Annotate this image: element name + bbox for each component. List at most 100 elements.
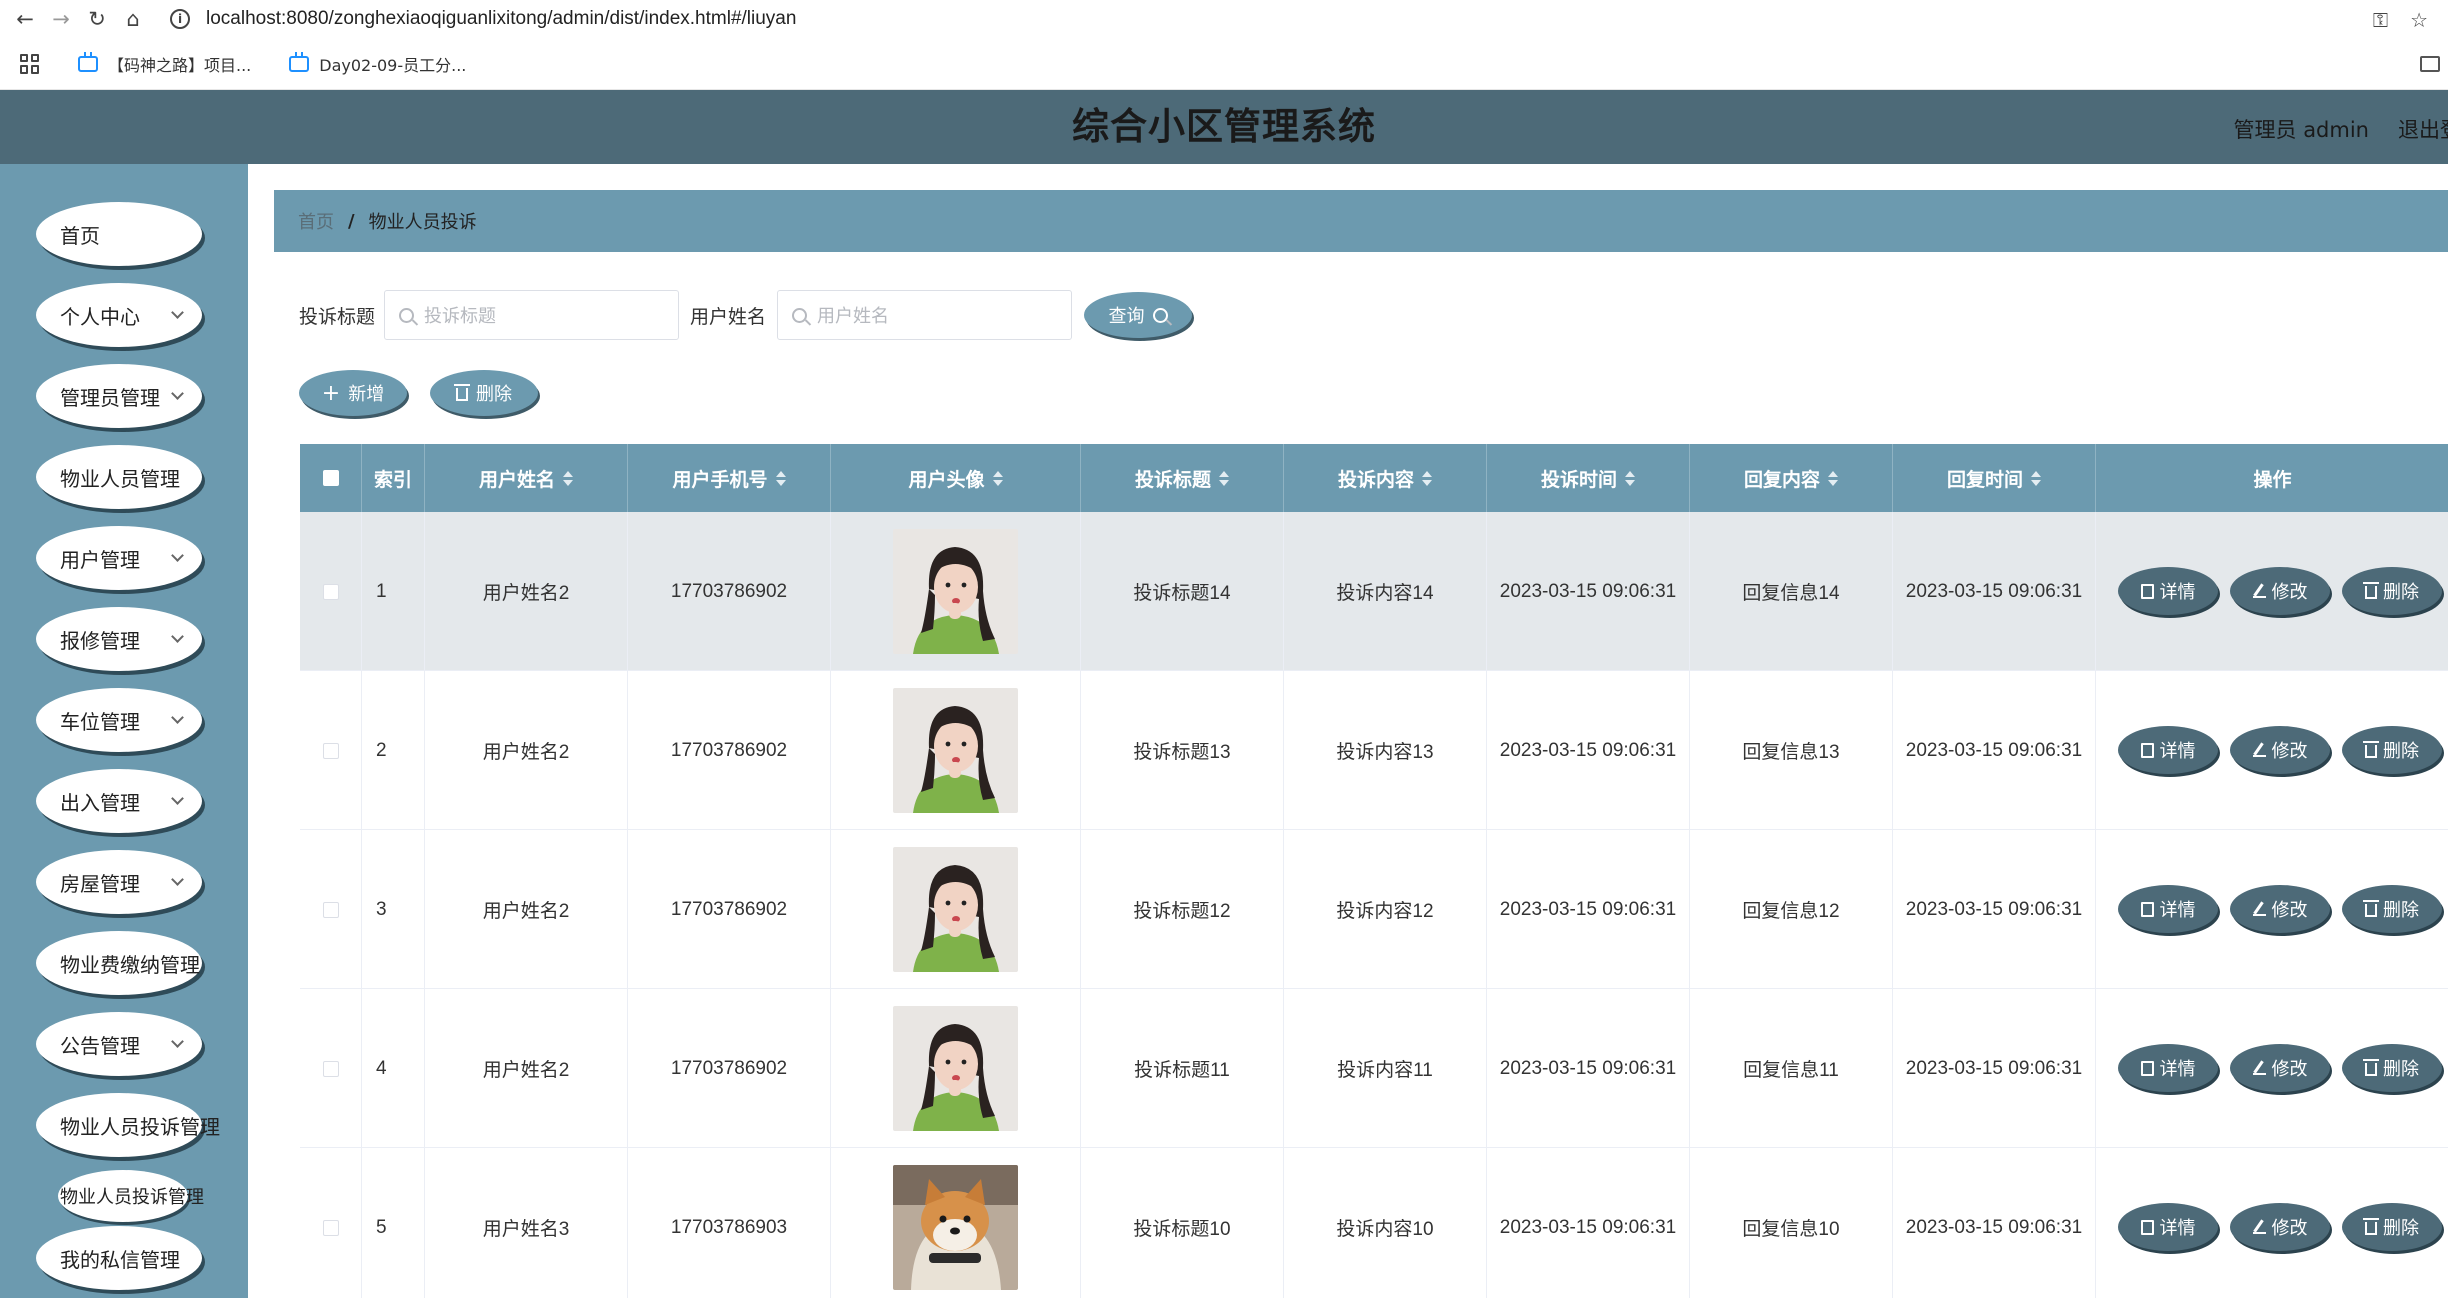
detail-button[interactable]: 详情 [2118, 885, 2218, 933]
sort-caret-icon[interactable] [1422, 470, 1432, 486]
sidebar-item-property-fee[interactable]: 物业费缴纳管理 [36, 931, 202, 995]
edit-button[interactable]: 修改 [2230, 1203, 2330, 1251]
table-row[interactable]: 2 用户姓名2 17703786902 投诉标题13 投诉内容13 2023-03-15 … [300, 671, 2448, 830]
cell-reply-time: 2023-03-15 09:06:31 [1893, 671, 2096, 830]
row-checkbox[interactable] [322, 1060, 339, 1077]
home-icon[interactable]: ⌂ [122, 7, 144, 31]
reload-icon[interactable]: ↻ [86, 7, 108, 31]
sidebar-subitem-staff-complaints[interactable]: 物业人员投诉管理 [58, 1170, 204, 1222]
row-select-cell [300, 1148, 362, 1298]
delete-button[interactable]: 删除 [2342, 885, 2442, 933]
breadcrumb-home[interactable]: 首页 [298, 208, 334, 234]
trash-icon [2363, 1059, 2379, 1076]
edit-button[interactable]: 修改 [2230, 567, 2330, 615]
select-all-checkbox[interactable] [322, 470, 339, 486]
cell-user-name: 用户姓名2 [425, 671, 628, 830]
name-search-input[interactable]: 用户姓名 [777, 290, 1072, 340]
sidebar-item-admin-management[interactable]: 管理员管理 [36, 364, 202, 428]
col-header-reply-time[interactable]: 回复时间 [1893, 444, 2096, 512]
detail-button-label: 详情 [2159, 741, 2196, 761]
cell-complaint-content: 投诉内容12 [1284, 830, 1487, 989]
detail-button[interactable]: 详情 [2118, 1044, 2218, 1092]
sort-caret-icon[interactable] [563, 470, 573, 486]
user-avatar-image [893, 847, 1018, 972]
title-search-input[interactable]: 投诉标题 [384, 290, 679, 340]
detail-button[interactable]: 详情 [2118, 1203, 2218, 1251]
col-header-phone[interactable]: 用户手机号 [628, 444, 831, 512]
sort-caret-icon[interactable] [1625, 470, 1635, 486]
bookmark-star-icon[interactable]: ☆ [2410, 8, 2428, 32]
url-text[interactable]: localhost:8080/zonghexiaoqiguanlixitong/… [206, 8, 796, 30]
cell-complaint-title: 投诉标题13 [1081, 671, 1284, 830]
bookmark-item[interactable]: 【码神之路】项目... [78, 51, 251, 76]
plus-icon: + [321, 380, 341, 406]
row-checkbox[interactable] [322, 742, 339, 759]
delete-button-label: 删除 [2383, 1059, 2419, 1079]
cell-complaint-title: 投诉标题12 [1081, 830, 1284, 989]
cell-user-name-text: 用户姓名2 [482, 901, 570, 922]
sort-caret-icon[interactable] [1828, 470, 1838, 486]
col-header-title[interactable]: 投诉标题 [1081, 444, 1284, 512]
delete-button[interactable]: 删除 [2342, 567, 2442, 615]
sidebar-item-users[interactable]: 用户管理 [36, 526, 202, 590]
row-checkbox[interactable] [322, 1219, 339, 1236]
cell-phone-text: 17703786902 [670, 898, 788, 920]
col-header-name[interactable]: 用户姓名 [425, 444, 628, 512]
folder-icon[interactable] [2420, 56, 2440, 72]
table-row[interactable]: 5 用户姓名3 17703786903 投诉标题10 投诉内容10 2023-03-15 … [300, 1148, 2448, 1298]
delete-button[interactable]: 删除 [2342, 1203, 2442, 1251]
sort-caret-icon[interactable] [2031, 470, 2041, 486]
edit-button[interactable]: 修改 [2230, 726, 2330, 774]
col-header-time[interactable]: 投诉时间 [1487, 444, 1690, 512]
sidebar-item-property-staff[interactable]: 物业人员管理 [36, 445, 202, 509]
table-row[interactable]: 3 用户姓名2 17703786902 投诉标题12 投诉内容12 2023-03-15 … [300, 830, 2448, 989]
edit-button[interactable]: 修改 [2230, 885, 2330, 933]
detail-button[interactable]: 详情 [2118, 726, 2218, 774]
logout-link[interactable]: 退出登录 [2398, 114, 2448, 144]
cell-actions: 详情 修改 删除 [2096, 989, 2448, 1148]
chevron-down-icon [171, 873, 184, 886]
search-icon [792, 307, 807, 323]
site-info-icon[interactable]: i [170, 9, 190, 29]
col-header-avatar[interactable]: 用户头像 [831, 444, 1081, 512]
batch-delete-button[interactable]: 删除 [430, 370, 538, 416]
sort-caret-icon[interactable] [1219, 470, 1229, 486]
bookmark-item[interactable]: Day02-09-员工分... [289, 51, 466, 76]
row-checkbox[interactable] [322, 583, 339, 600]
table-row[interactable]: 1 用户姓名2 17703786902 投诉标题14 投诉内容14 2023-03-15 … [300, 512, 2448, 671]
sidebar-item-access[interactable]: 出入管理 [36, 769, 202, 833]
cell-user-name-text: 用户姓名2 [482, 1060, 570, 1081]
detail-button[interactable]: 详情 [2118, 567, 2218, 615]
query-button[interactable]: 查询 [1084, 292, 1192, 338]
sidebar-item-housing[interactable]: 房屋管理 [36, 850, 202, 914]
cell-user-name-text: 用户姓名2 [482, 583, 570, 604]
sidebar-item-announcements[interactable]: 公告管理 [36, 1012, 202, 1076]
select-all-cell[interactable] [300, 444, 362, 512]
sort-caret-icon[interactable] [992, 470, 1003, 486]
add-button[interactable]: + 新增 [299, 370, 407, 416]
sidebar-item-private-messages[interactable]: 我的私信管理 [36, 1226, 202, 1290]
row-checkbox[interactable] [322, 901, 339, 918]
col-header-content[interactable]: 投诉内容 [1284, 444, 1487, 512]
sidebar-item-home[interactable]: 首页 [36, 202, 202, 266]
delete-button[interactable]: 删除 [2342, 726, 2442, 774]
table-row[interactable]: 4 用户姓名2 17703786902 投诉标题11 投诉内容11 2023-03-15 … [300, 989, 2448, 1148]
back-arrow-icon[interactable]: ← [14, 7, 36, 31]
cell-complaint-content: 投诉内容13 [1284, 671, 1487, 830]
cell-index-text: 2 [376, 739, 387, 761]
edit-button[interactable]: 修改 [2230, 1044, 2330, 1092]
sidebar-item-repairs[interactable]: 报修管理 [36, 607, 202, 671]
cell-complaint-time: 2023-03-15 09:06:31 [1487, 671, 1690, 830]
user-avatar-image [893, 688, 1018, 813]
sidebar-item-parking[interactable]: 车位管理 [36, 688, 202, 752]
forward-arrow-icon[interactable]: → [50, 7, 72, 31]
apps-grid-icon[interactable] [20, 53, 40, 74]
delete-button[interactable]: 删除 [2342, 1044, 2442, 1092]
password-key-icon[interactable]: ⚿ [2373, 8, 2388, 32]
sidebar-item-staff-complaints[interactable]: 物业人员投诉管理 [36, 1093, 220, 1157]
sort-caret-icon[interactable] [775, 470, 786, 486]
sidebar-item-personal-center[interactable]: 个人中心 [36, 283, 202, 347]
cell-reply-time-text: 2023-03-15 09:06:31 [1905, 739, 2083, 761]
col-header-reply[interactable]: 回复内容 [1690, 444, 1893, 512]
trash-icon [2363, 582, 2379, 599]
